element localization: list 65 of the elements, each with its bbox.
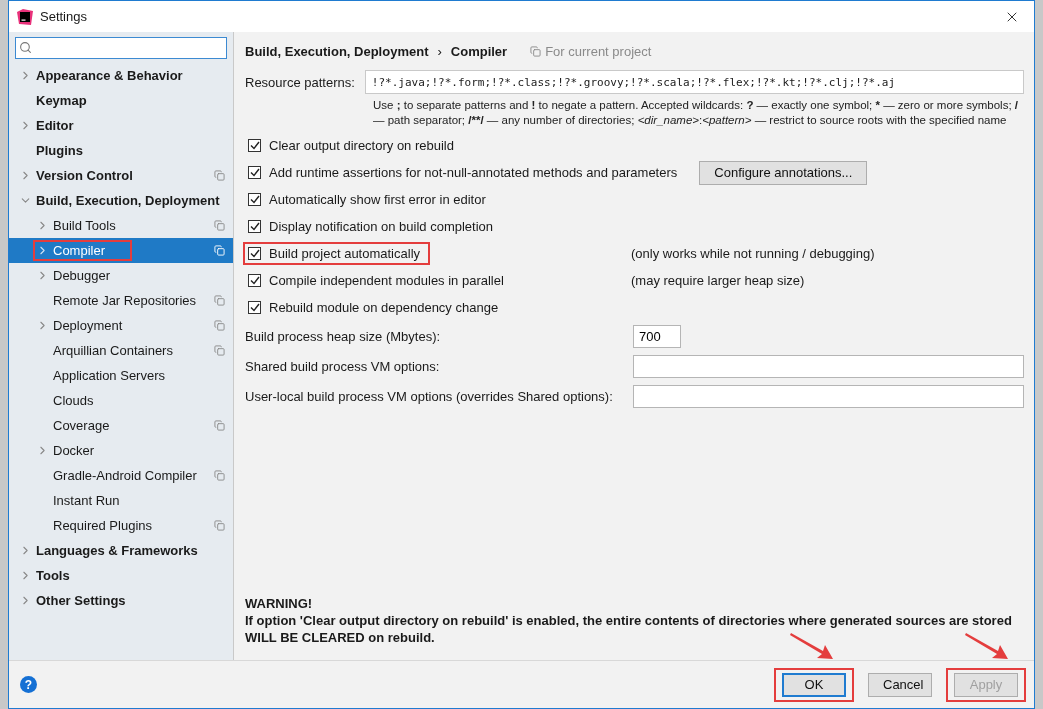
help-button[interactable]: ? (20, 676, 37, 693)
breadcrumb-current: Compiler (450, 43, 508, 59)
input-field[interactable] (633, 354, 1024, 378)
sidebar-item[interactable]: Appearance & Behavior (9, 63, 233, 88)
sidebar-item[interactable]: Editor (9, 113, 233, 138)
warning-text: If option 'Clear output directory on rebuild' is enabled, the entire contents of directories where generated sources are stored WILL BE CLEARED on rebuild. (245, 612, 1013, 646)
field-label: Build process heap size (Mbytes): (245, 328, 442, 344)
checkbox-label: Rebuild module on dependency change (269, 300, 499, 315)
help-text: Use ; to separate patterns and ! to negate a pattern. Accepted wildcards: ? — exactly one symbol; * — zero or more symbols; / — path separator; /**/ — any number of directories; <dir_name>:<pattern> — restrict to source roots with the specified name (373, 98, 1019, 128)
checkbox-label: Display notification on build completion (269, 219, 493, 234)
breadcrumb-separator: › (437, 43, 442, 59)
checkbox[interactable] (248, 301, 261, 314)
copy-icon (530, 45, 542, 57)
warning-title: WARNING! (245, 595, 314, 612)
checkbox-label: Build project automatically (269, 246, 421, 261)
arrow-annotation (964, 631, 1010, 661)
sidebar-item[interactable]: Coverage (9, 413, 233, 438)
checkbox[interactable] (248, 193, 261, 206)
configure-button[interactable]: Configure annotations... (699, 160, 868, 185)
input-field[interactable] (633, 384, 1024, 408)
sidebar-item[interactable]: Docker (9, 438, 233, 463)
sidebar-item[interactable]: Deployment (9, 313, 233, 338)
sidebar-item[interactable]: Arquillian Containers (9, 338, 233, 363)
checkbox-label: Compile independent modules in parallel (269, 273, 504, 288)
option-note: (only works while not running / debugging) (631, 246, 876, 261)
field-label: Resource patterns: (245, 74, 355, 90)
checkbox[interactable] (248, 139, 261, 152)
sidebar-item[interactable]: Plugins (9, 138, 233, 163)
resource-patterns-field[interactable]: !?*.java;!?*.form;!?*.class;!?*.groovy;!?*.scala;!?*.flex;!?*.kt;!?*.clj;!?*.aj (364, 70, 1024, 94)
search-icon (19, 41, 32, 54)
sidebar-item[interactable]: Version Control (9, 163, 233, 188)
sidebar-item[interactable]: Build Tools (9, 213, 233, 238)
input-field[interactable]: 700 (633, 324, 681, 348)
field-label: User-local build process VM options (overrides Shared options): (245, 388, 614, 404)
checkbox[interactable] (248, 274, 261, 287)
sidebar-item[interactable]: Other Settings (9, 588, 233, 613)
checkbox-label: Automatically show first error in editor (269, 192, 486, 207)
sidebar-item[interactable]: Required Plugins (9, 513, 233, 538)
checkbox-label: Add runtime assertions for not-null-annotated methods and parameters (269, 165, 678, 180)
checkbox[interactable] (248, 220, 261, 233)
sidebar-item[interactable]: Debugger (9, 263, 233, 288)
field-label: Shared build process VM options: (245, 358, 441, 374)
option-note: (may require larger heap size) (631, 273, 806, 288)
sidebar-item[interactable]: Languages & Frameworks (9, 538, 233, 563)
sidebar-item[interactable]: Tools (9, 563, 233, 588)
scope-label: For current project (545, 43, 652, 59)
sidebar-item[interactable]: Compiler (9, 238, 233, 263)
sidebar-item[interactable]: Keymap (9, 88, 233, 113)
search-field[interactable] (15, 37, 227, 59)
sidebar-item[interactable]: Clouds (9, 388, 233, 413)
sidebar-item[interactable]: Build, Execution, Deployment (9, 188, 233, 213)
sidebar-item[interactable]: Remote Jar Repositories (9, 288, 233, 313)
sidebar-item[interactable]: Instant Run (9, 488, 233, 513)
dialog-button[interactable]: Cancel (868, 672, 932, 697)
sidebar-item[interactable]: Gradle-Android Compiler (9, 463, 233, 488)
window-title: Settings (40, 9, 88, 24)
checkbox[interactable] (248, 247, 261, 260)
app-logo-icon (17, 8, 33, 25)
checkbox[interactable] (248, 166, 261, 179)
highlight-frame: Compiler (36, 243, 129, 258)
sidebar-item[interactable]: Application Servers (9, 363, 233, 388)
breadcrumb-parent: Build, Execution, Deployment (245, 43, 429, 59)
dialog-button[interactable]: OK (782, 672, 846, 697)
arrow-annotation (789, 631, 835, 661)
checkbox-label: Clear output directory on rebuild (269, 138, 454, 153)
